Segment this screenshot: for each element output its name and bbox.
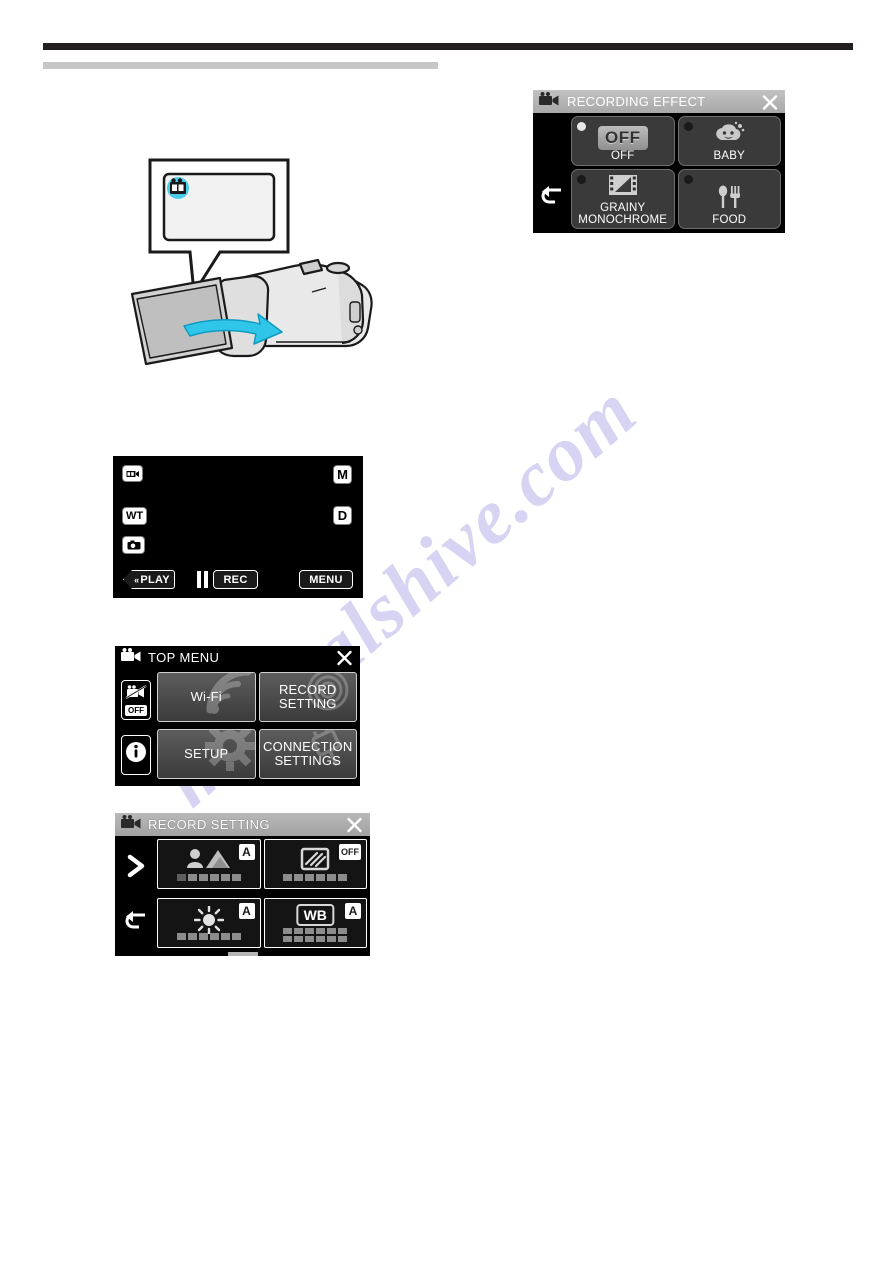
baby-effect-icon	[712, 121, 746, 150]
silent-mode-off-button[interactable]: OFF	[121, 680, 151, 721]
brightness-badge: A	[238, 902, 255, 919]
tile-backlight-comp[interactable]: OFF	[263, 839, 367, 889]
tile-label: Wi-Fi	[190, 689, 222, 705]
tile-label: RECORD SETTING	[278, 682, 337, 711]
recording-effect-title: RECORDING EFFECT	[567, 94, 706, 109]
person-mountain-icon	[186, 847, 232, 874]
off-glyph: OFF	[598, 126, 648, 150]
mute-icon	[125, 684, 147, 704]
white-balance-icon: WB	[296, 903, 334, 926]
tile-record-setting[interactable]: RECORD SETTING	[258, 672, 357, 722]
record-setting-panel: RECORD SETTING A OFF A WB A	[115, 813, 370, 956]
silent-mode-state: OFF	[125, 704, 147, 716]
top-menu-panel: TOP MENU OFF Wi-Fi RECORD SETTING SETUP …	[115, 646, 360, 786]
video-camera-icon	[121, 648, 141, 667]
video-camera-icon	[121, 815, 141, 834]
wb-level-bar	[283, 927, 348, 942]
pause-icon[interactable]	[197, 571, 208, 588]
record-setting-grid: A OFF A WB A	[157, 836, 370, 956]
video-camera-icon	[539, 92, 559, 111]
tile-label: SETUP	[184, 746, 229, 762]
backlight-icon	[300, 847, 330, 876]
tile-connection-settings[interactable]: CONNECTION SETTINGS	[258, 729, 357, 779]
play-button[interactable]: «PLAY	[123, 570, 175, 589]
back-arrow-icon[interactable]	[540, 186, 564, 213]
page-indicator	[227, 952, 258, 956]
chevron-right-icon[interactable]	[125, 854, 147, 883]
recording-effect-rail	[533, 113, 571, 233]
display-icon[interactable]: D	[334, 507, 351, 524]
tile-wifi[interactable]: Wi-Fi	[157, 672, 256, 722]
tile-setup[interactable]: SETUP	[157, 729, 256, 779]
video-camera-icon[interactable]	[123, 466, 142, 481]
rec-button[interactable]: REC	[213, 570, 258, 589]
option-label: GRAINY MONOCHROME	[578, 202, 668, 226]
focus-badge: A	[238, 844, 255, 860]
top-menu-title: TOP MENU	[148, 650, 220, 665]
record-setting-title: RECORD SETTING	[148, 817, 270, 832]
brightness-level-bar	[176, 932, 241, 940]
top-menu-grid: Wi-Fi RECORD SETTING SETUP CONNECTION SE…	[157, 669, 360, 786]
still-camera-icon[interactable]	[123, 537, 144, 553]
recording-effect-header: RECORDING EFFECT	[533, 90, 785, 113]
option-label: FOOD	[712, 213, 747, 226]
zoom-wt-icon[interactable]: WT	[123, 508, 146, 524]
close-icon[interactable]	[346, 816, 363, 833]
option-off[interactable]: OFF OFF	[571, 116, 675, 166]
backlight-level-bar	[283, 874, 348, 881]
radio-dot	[683, 174, 693, 184]
tile-brightness[interactable]: A	[157, 897, 261, 948]
recording-effect-panel: RECORDING EFFECT OFF OFF BABY GRAINY MON…	[533, 90, 785, 233]
menu-button[interactable]: MENU	[299, 570, 353, 589]
spoon-fork-icon	[715, 185, 743, 214]
header-rule-dark	[43, 43, 853, 50]
option-label: BABY	[713, 150, 745, 162]
wb-badge: A	[345, 902, 361, 919]
option-baby[interactable]: BABY	[677, 116, 781, 166]
camcorder-illustration	[112, 152, 382, 367]
option-label: OFF	[610, 150, 635, 162]
radio-dot	[683, 122, 693, 131]
radio-dot	[577, 174, 586, 184]
close-icon[interactable]	[336, 649, 353, 666]
tile-focus[interactable]: A	[157, 839, 261, 889]
option-grainy-monochrome[interactable]: GRAINY MONOCHROME	[571, 168, 675, 229]
backlight-badge: OFF	[339, 844, 361, 860]
back-arrow-icon[interactable]	[124, 911, 148, 938]
radio-dot	[577, 122, 586, 131]
record-setting-rail	[115, 836, 157, 956]
top-menu-header: TOP MENU	[115, 646, 360, 669]
option-food[interactable]: FOOD	[677, 168, 781, 229]
info-button[interactable]	[121, 734, 151, 775]
play-label: PLAY	[140, 573, 170, 586]
tile-label: CONNECTION SETTINGS	[263, 739, 353, 768]
top-menu-rail: OFF	[115, 669, 157, 786]
tile-white-balance[interactable]: WB A	[263, 897, 367, 948]
info-icon	[125, 741, 147, 768]
record-setting-header: RECORD SETTING	[115, 813, 370, 836]
recording-effect-grid: OFF OFF BABY GRAINY MONOCHROME FOOD	[571, 113, 785, 233]
close-icon[interactable]	[761, 93, 778, 110]
film-frame-icon	[608, 173, 638, 202]
manual-mode-icon[interactable]: M	[334, 466, 351, 483]
rec-standby-screen: WT M D «PLAY REC MENU	[113, 456, 363, 598]
focus-level-bar	[176, 874, 241, 881]
header-rule-light	[43, 62, 438, 69]
